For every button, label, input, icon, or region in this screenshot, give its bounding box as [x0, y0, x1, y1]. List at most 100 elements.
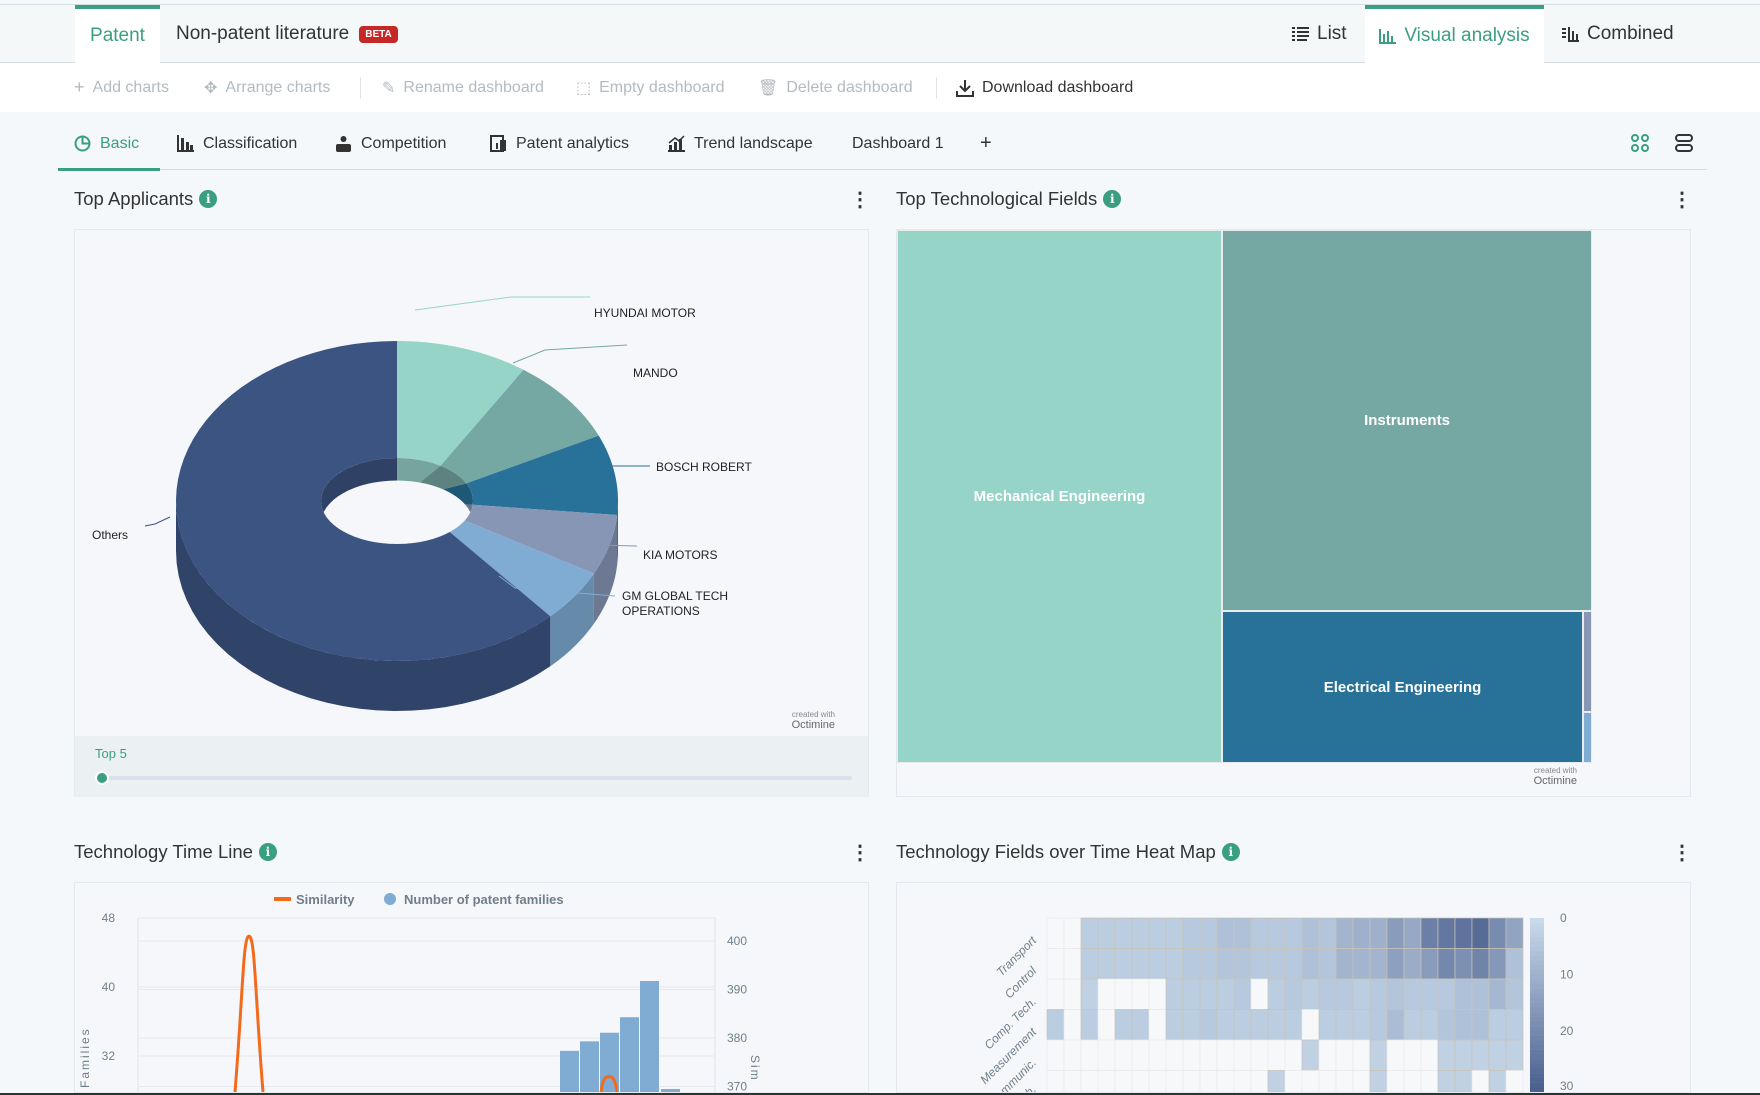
colorbar-segment: [1530, 1068, 1544, 1074]
tab-dashboard-1[interactable]: Dashboard 1: [852, 117, 944, 170]
top-n-slider-area: Top 5: [75, 736, 868, 797]
rename-dashboard-button[interactable]: ✎ Rename dashboard: [382, 63, 544, 112]
tab-combined[interactable]: Combined: [1562, 5, 1674, 63]
heatmap-cell: [1369, 1039, 1388, 1071]
add-charts-button[interactable]: + Add charts: [74, 63, 169, 112]
row-view-button[interactable]: [1675, 134, 1693, 157]
heatmap-cell: [1386, 1009, 1405, 1041]
colorbar-segment: [1530, 1082, 1544, 1088]
treemap-cell[interactable]: Mechanical Engineering: [897, 230, 1222, 763]
heatmap-cell: [1437, 948, 1456, 980]
slider-track[interactable]: [102, 776, 852, 780]
donut-chart: [144, 296, 650, 711]
competition-icon: [336, 136, 351, 152]
heatmap-cell: [1063, 978, 1082, 1010]
label-line: BOSCH ROBERT: [656, 460, 752, 474]
pie-label: KIA MOTORS: [643, 548, 717, 563]
heatmap-cell: [1386, 978, 1405, 1010]
heatmap-cell: [1199, 1009, 1218, 1041]
colorbar-segment: [1530, 1044, 1544, 1050]
add-dashboard-button[interactable]: +: [980, 117, 992, 170]
delete-dashboard-button[interactable]: 🗑 Delete dashboard: [758, 63, 913, 112]
heatmap-cell: [1488, 1039, 1507, 1071]
heatmap-cell: [1097, 948, 1116, 980]
tab-label: Combined: [1587, 23, 1674, 44]
tab-label: Basic: [100, 134, 140, 152]
arrange-charts-button[interactable]: ✥ Arrange charts: [204, 63, 330, 112]
treemap-cell[interactable]: [1583, 712, 1592, 763]
heatmap-cell: [1386, 1070, 1405, 1092]
heatmap-cell: [1284, 1039, 1303, 1071]
pie-label: MANDO: [633, 366, 678, 381]
combined-icon: [1562, 26, 1579, 42]
info-icon[interactable]: i: [1221, 843, 1240, 861]
heatmap-cell: [1114, 948, 1133, 980]
empty-dashboard-button[interactable]: ⬚ Empty dashboard: [576, 63, 725, 112]
label-line: HYUNDAI MOTOR: [594, 306, 696, 320]
tab-basic[interactable]: Basic: [74, 117, 139, 170]
heatmap-cell: [1352, 917, 1371, 949]
heatmap-cell: [1131, 1009, 1150, 1041]
heatmap-cell: [1335, 948, 1354, 980]
slider-handle[interactable]: [95, 771, 109, 785]
colorbar-segment: [1530, 932, 1544, 938]
heatmap-cell: [1080, 948, 1099, 980]
colorbar-segment: [1530, 960, 1544, 966]
info-icon[interactable]: i: [199, 190, 218, 208]
heatmap-cell: [1403, 1009, 1422, 1041]
heatmap-cell: [1352, 1039, 1371, 1071]
tab-classification[interactable]: Classification: [177, 117, 297, 170]
colorbar-segment: [1530, 1002, 1544, 1008]
heatmap-cell: [1437, 1070, 1456, 1092]
heatmap-cell: [1148, 1009, 1167, 1041]
tab-competition[interactable]: Competition: [335, 117, 446, 170]
heatmap-cell: [1352, 948, 1371, 980]
treemap-label: Mechanical Engineering: [973, 488, 1146, 505]
tab-trend-landscape[interactable]: Trend landscape: [668, 117, 813, 170]
heatmap-cell: [1216, 1039, 1235, 1071]
heatmap-cell: [1165, 978, 1184, 1010]
heatmap-cell: [1216, 978, 1235, 1010]
grid-view-button[interactable]: [1631, 134, 1649, 157]
colorbar-segment: [1530, 1040, 1544, 1046]
heatmap-cell: [1301, 978, 1320, 1010]
more-options-icon[interactable]: ⋮: [850, 843, 870, 863]
heatmap-cell: [1114, 978, 1133, 1010]
heatmap-cell: [1454, 978, 1473, 1010]
treemap-cell[interactable]: Instruments: [1222, 230, 1592, 611]
treemap-cell[interactable]: Electrical Engineering: [1222, 611, 1583, 763]
heatmap-cell: [1267, 948, 1286, 980]
heatmap-cell: [1488, 1070, 1507, 1092]
heatmap-cell: [1454, 917, 1473, 949]
more-options-icon[interactable]: ⋮: [1672, 843, 1692, 863]
colorbar-segment: [1530, 993, 1544, 999]
colorbar-segment: [1530, 946, 1544, 952]
heatmap-cell: [1369, 1009, 1388, 1041]
more-options-icon[interactable]: ⋮: [1672, 190, 1692, 210]
tab-visual-analysis[interactable]: Visual analysis: [1365, 5, 1544, 63]
legend-families: Number of patent families: [404, 892, 564, 907]
more-options-icon[interactable]: ⋮: [850, 190, 870, 210]
tab-patent[interactable]: Patent: [75, 5, 160, 63]
heatmap-cell: [1165, 917, 1184, 949]
heatmap-cell: [1250, 1009, 1269, 1041]
download-dashboard-button[interactable]: Download dashboard: [956, 63, 1133, 112]
heatmap-cell: [1131, 978, 1150, 1010]
y-axis-label-right: Sim: [748, 1055, 762, 1082]
treemap-cell[interactable]: [1583, 611, 1592, 712]
heatmap-cell: [1454, 1070, 1473, 1092]
tab-patent-analytics[interactable]: Patent analytics: [490, 117, 629, 170]
colorbar-segment: [1530, 1087, 1544, 1092]
colorbar-segment: [1530, 941, 1544, 947]
colorbar-segment: [1530, 922, 1544, 928]
tick-label-right: 400: [727, 934, 747, 948]
colorbar-segment: [1530, 936, 1544, 942]
info-icon[interactable]: i: [1103, 190, 1122, 208]
tab-list[interactable]: List: [1292, 5, 1347, 63]
tab-non-patent-literature[interactable]: Non-patent literature BETA: [176, 5, 398, 63]
info-icon[interactable]: i: [258, 843, 277, 861]
heatmap-cell: [1454, 1039, 1473, 1071]
heatmap-cell: [1471, 917, 1490, 949]
heatmap-cell: [1233, 1039, 1252, 1071]
heatmap-cell: [1335, 1039, 1354, 1071]
